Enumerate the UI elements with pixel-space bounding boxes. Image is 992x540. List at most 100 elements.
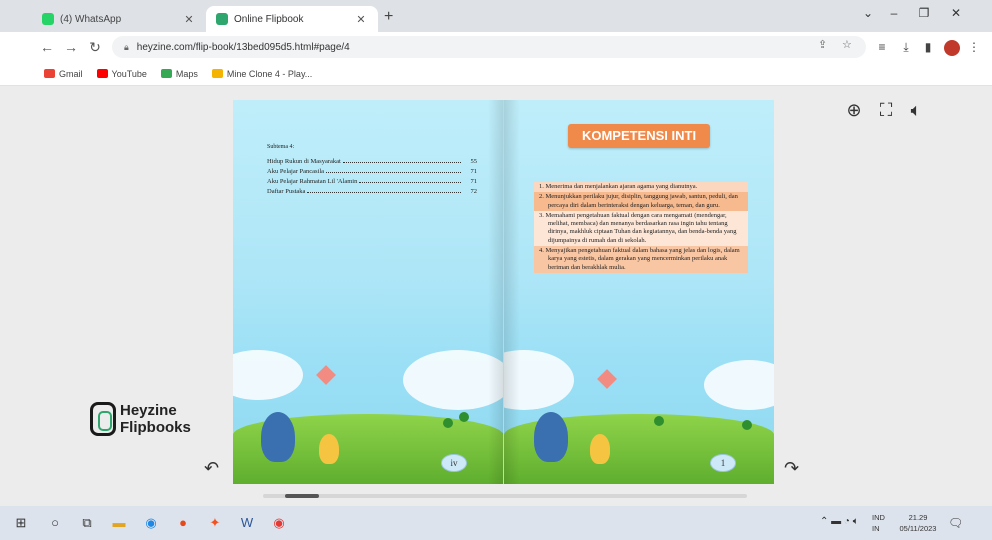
- forward-icon[interactable]: →: [62, 39, 80, 55]
- toc-leader: [359, 178, 461, 183]
- logo-text: Heyzine Flipbooks: [120, 402, 191, 436]
- sound-icon[interactable]: 🔈︎: [904, 100, 928, 121]
- minimize-button[interactable]: –: [882, 6, 906, 20]
- toc-row: Aku Pelajar Pancasila 71: [267, 168, 477, 178]
- toc-page: 72: [470, 188, 478, 195]
- page-scrubber[interactable]: [263, 494, 747, 498]
- child-illustration: [319, 434, 339, 464]
- lock-icon[interactable]: 🔒︎: [124, 42, 129, 53]
- toc-page: 55: [470, 158, 478, 165]
- page-number: 1: [710, 454, 736, 472]
- toc-title: Daftar Pustaka: [267, 188, 306, 195]
- url-text: heyzine.com/flip-book/13bed095d5.html#pa…: [136, 41, 350, 53]
- back-icon[interactable]: ←: [38, 39, 56, 55]
- table-of-contents: Subtema 4: Hidup Rukun di Masyarakat 55 A…: [267, 144, 477, 198]
- chrome-active-icon[interactable]: ◉: [270, 515, 288, 531]
- windows-start-icon[interactable]: ⊞: [12, 515, 30, 531]
- file-explorer-icon[interactable]: ▬: [110, 515, 128, 531]
- bookmarks-bar: Gmail YouTube Maps Mine Clone 4 - Play..…: [0, 62, 992, 86]
- logo-line-2: Flipbooks: [120, 419, 191, 436]
- app-icon[interactable]: ✦: [206, 515, 224, 531]
- browser-toolbar: ← → ↻ 🔒︎ heyzine.com/flip-book/13bed095d…: [0, 32, 992, 62]
- tab-online-flipbook[interactable]: Online Flipbook ✕: [206, 6, 378, 32]
- maximize-button[interactable]: ❐: [912, 6, 936, 20]
- tree-illustration: [654, 416, 664, 426]
- toc-title: Aku Pelajar Pancasila: [267, 168, 325, 175]
- toc-page: 71: [470, 168, 478, 175]
- bookmark-maps[interactable]: Maps: [160, 68, 198, 79]
- competency-item: 3. Memahami pengetahuan faktual dengan c…: [534, 210, 748, 247]
- child-illustration: [590, 434, 610, 464]
- cloud-decoration: [704, 360, 774, 410]
- bookmark-mine-clone[interactable]: Mine Clone 4 - Play...: [211, 68, 313, 79]
- kite-illustration: [316, 365, 336, 385]
- flipbook-viewer: Subtema 4: Hidup Rukun di Masyarakat 55 A…: [0, 86, 992, 506]
- competency-item: 4. Menyajikan pengetahuan faktual dalam …: [534, 246, 748, 273]
- competency-item: 2. Menunjukkan perilaku jujur, disiplin,…: [534, 192, 748, 211]
- reading-list-icon[interactable]: ≡: [874, 40, 890, 54]
- bookmark-label: Mine Clone 4 - Play...: [226, 68, 313, 79]
- bookmark-label: Maps: [175, 68, 198, 79]
- page-number: iv: [441, 454, 467, 472]
- bookmark-gmail[interactable]: Gmail: [44, 69, 83, 79]
- menu-icon[interactable]: ⋮: [966, 40, 982, 54]
- tab-whatsapp[interactable]: (4) WhatsApp ✕: [32, 6, 206, 32]
- close-window-button[interactable]: ✕: [944, 6, 968, 20]
- book-spine: [488, 100, 520, 484]
- toc-leader: [307, 188, 461, 193]
- reload-icon[interactable]: ↻: [86, 39, 104, 55]
- profile-avatar[interactable]: [944, 40, 960, 56]
- chrome-icon[interactable]: ◉: [142, 515, 160, 531]
- toc-page: 71: [470, 178, 478, 185]
- bookmark-youtube[interactable]: YouTube: [96, 69, 147, 79]
- download-icon[interactable]: ⤓: [898, 40, 914, 55]
- windows-taskbar: ⊞ ○ ⧉ ▬ ◉ ● ✦ W ◉ ⌃ ▬ ◔ 🔈︎ IND IN 21.29 …: [0, 506, 992, 540]
- browser-tab-bar: (4) WhatsApp ✕ Online Flipbook ✕ + ⌄ – ❐…: [0, 0, 992, 32]
- zoom-in-icon[interactable]: ⊕: [842, 100, 866, 121]
- toc-row: Hidup Rukun di Masyarakat 55: [267, 158, 477, 168]
- tab-title: (4) WhatsApp: [60, 13, 122, 25]
- clock[interactable]: 21.29 05/11/2023: [896, 512, 940, 534]
- side-panel-icon[interactable]: ▮: [920, 40, 936, 54]
- tab-search-icon[interactable]: ⌄: [856, 6, 880, 20]
- heyzine-logo-icon: [90, 402, 116, 436]
- firefox-icon[interactable]: ●: [174, 515, 192, 531]
- address-bar[interactable]: 🔒︎ heyzine.com/flip-book/13bed095d5.html…: [112, 36, 866, 58]
- clock-time: 21.29: [908, 513, 928, 522]
- previous-page-icon[interactable]: ↶: [204, 458, 219, 479]
- fullscreen-icon[interactable]: ⛶: [874, 100, 898, 121]
- gmail-icon: [44, 69, 55, 78]
- bookmark-star-icon[interactable]: ☆: [842, 38, 852, 51]
- word-icon[interactable]: W: [238, 515, 256, 531]
- region-code: IN: [872, 524, 880, 533]
- system-tray-icons[interactable]: ⌃ ▬ ◔ 🔈︎: [820, 516, 859, 527]
- tree-illustration: [443, 418, 453, 428]
- search-icon[interactable]: ○: [46, 515, 64, 531]
- child-illustration: [261, 412, 295, 462]
- language-indicator[interactable]: IND IN: [872, 512, 885, 534]
- new-tab-button[interactable]: +: [384, 8, 393, 26]
- close-tab-icon[interactable]: ✕: [354, 13, 368, 26]
- book-page-right[interactable]: KOMPETENSI INTI 1. Menerima dan menjalan…: [504, 100, 774, 484]
- clock-date: 05/11/2023: [899, 524, 937, 533]
- share-icon[interactable]: ⇪: [818, 38, 827, 51]
- kite-illustration: [597, 369, 617, 389]
- toc-leader: [326, 168, 461, 173]
- toc-title: Aku Pelajar Rahmatan Lil 'Alamin: [267, 178, 358, 185]
- page-scrubber-thumb[interactable]: [285, 494, 319, 498]
- book-page-left[interactable]: Subtema 4: Hidup Rukun di Masyarakat 55 A…: [233, 100, 503, 484]
- task-view-icon[interactable]: ⧉: [78, 515, 96, 531]
- mine-clone-icon: [211, 69, 223, 78]
- heyzine-logo[interactable]: Heyzine Flipbooks: [90, 402, 191, 436]
- toc-title: Hidup Rukun di Masyarakat: [267, 158, 341, 165]
- youtube-icon: [96, 69, 108, 78]
- toc-heading: Subtema 4:: [267, 144, 295, 150]
- maps-icon: [160, 69, 172, 78]
- close-tab-icon[interactable]: ✕: [182, 13, 196, 26]
- tree-illustration: [742, 420, 752, 430]
- bookmark-label: Gmail: [59, 68, 83, 79]
- logo-line-1: Heyzine: [120, 402, 177, 419]
- next-page-icon[interactable]: ↷: [784, 458, 799, 479]
- notification-icon[interactable]: 🗨︎: [948, 516, 963, 530]
- section-title: KOMPETENSI INTI: [568, 124, 710, 148]
